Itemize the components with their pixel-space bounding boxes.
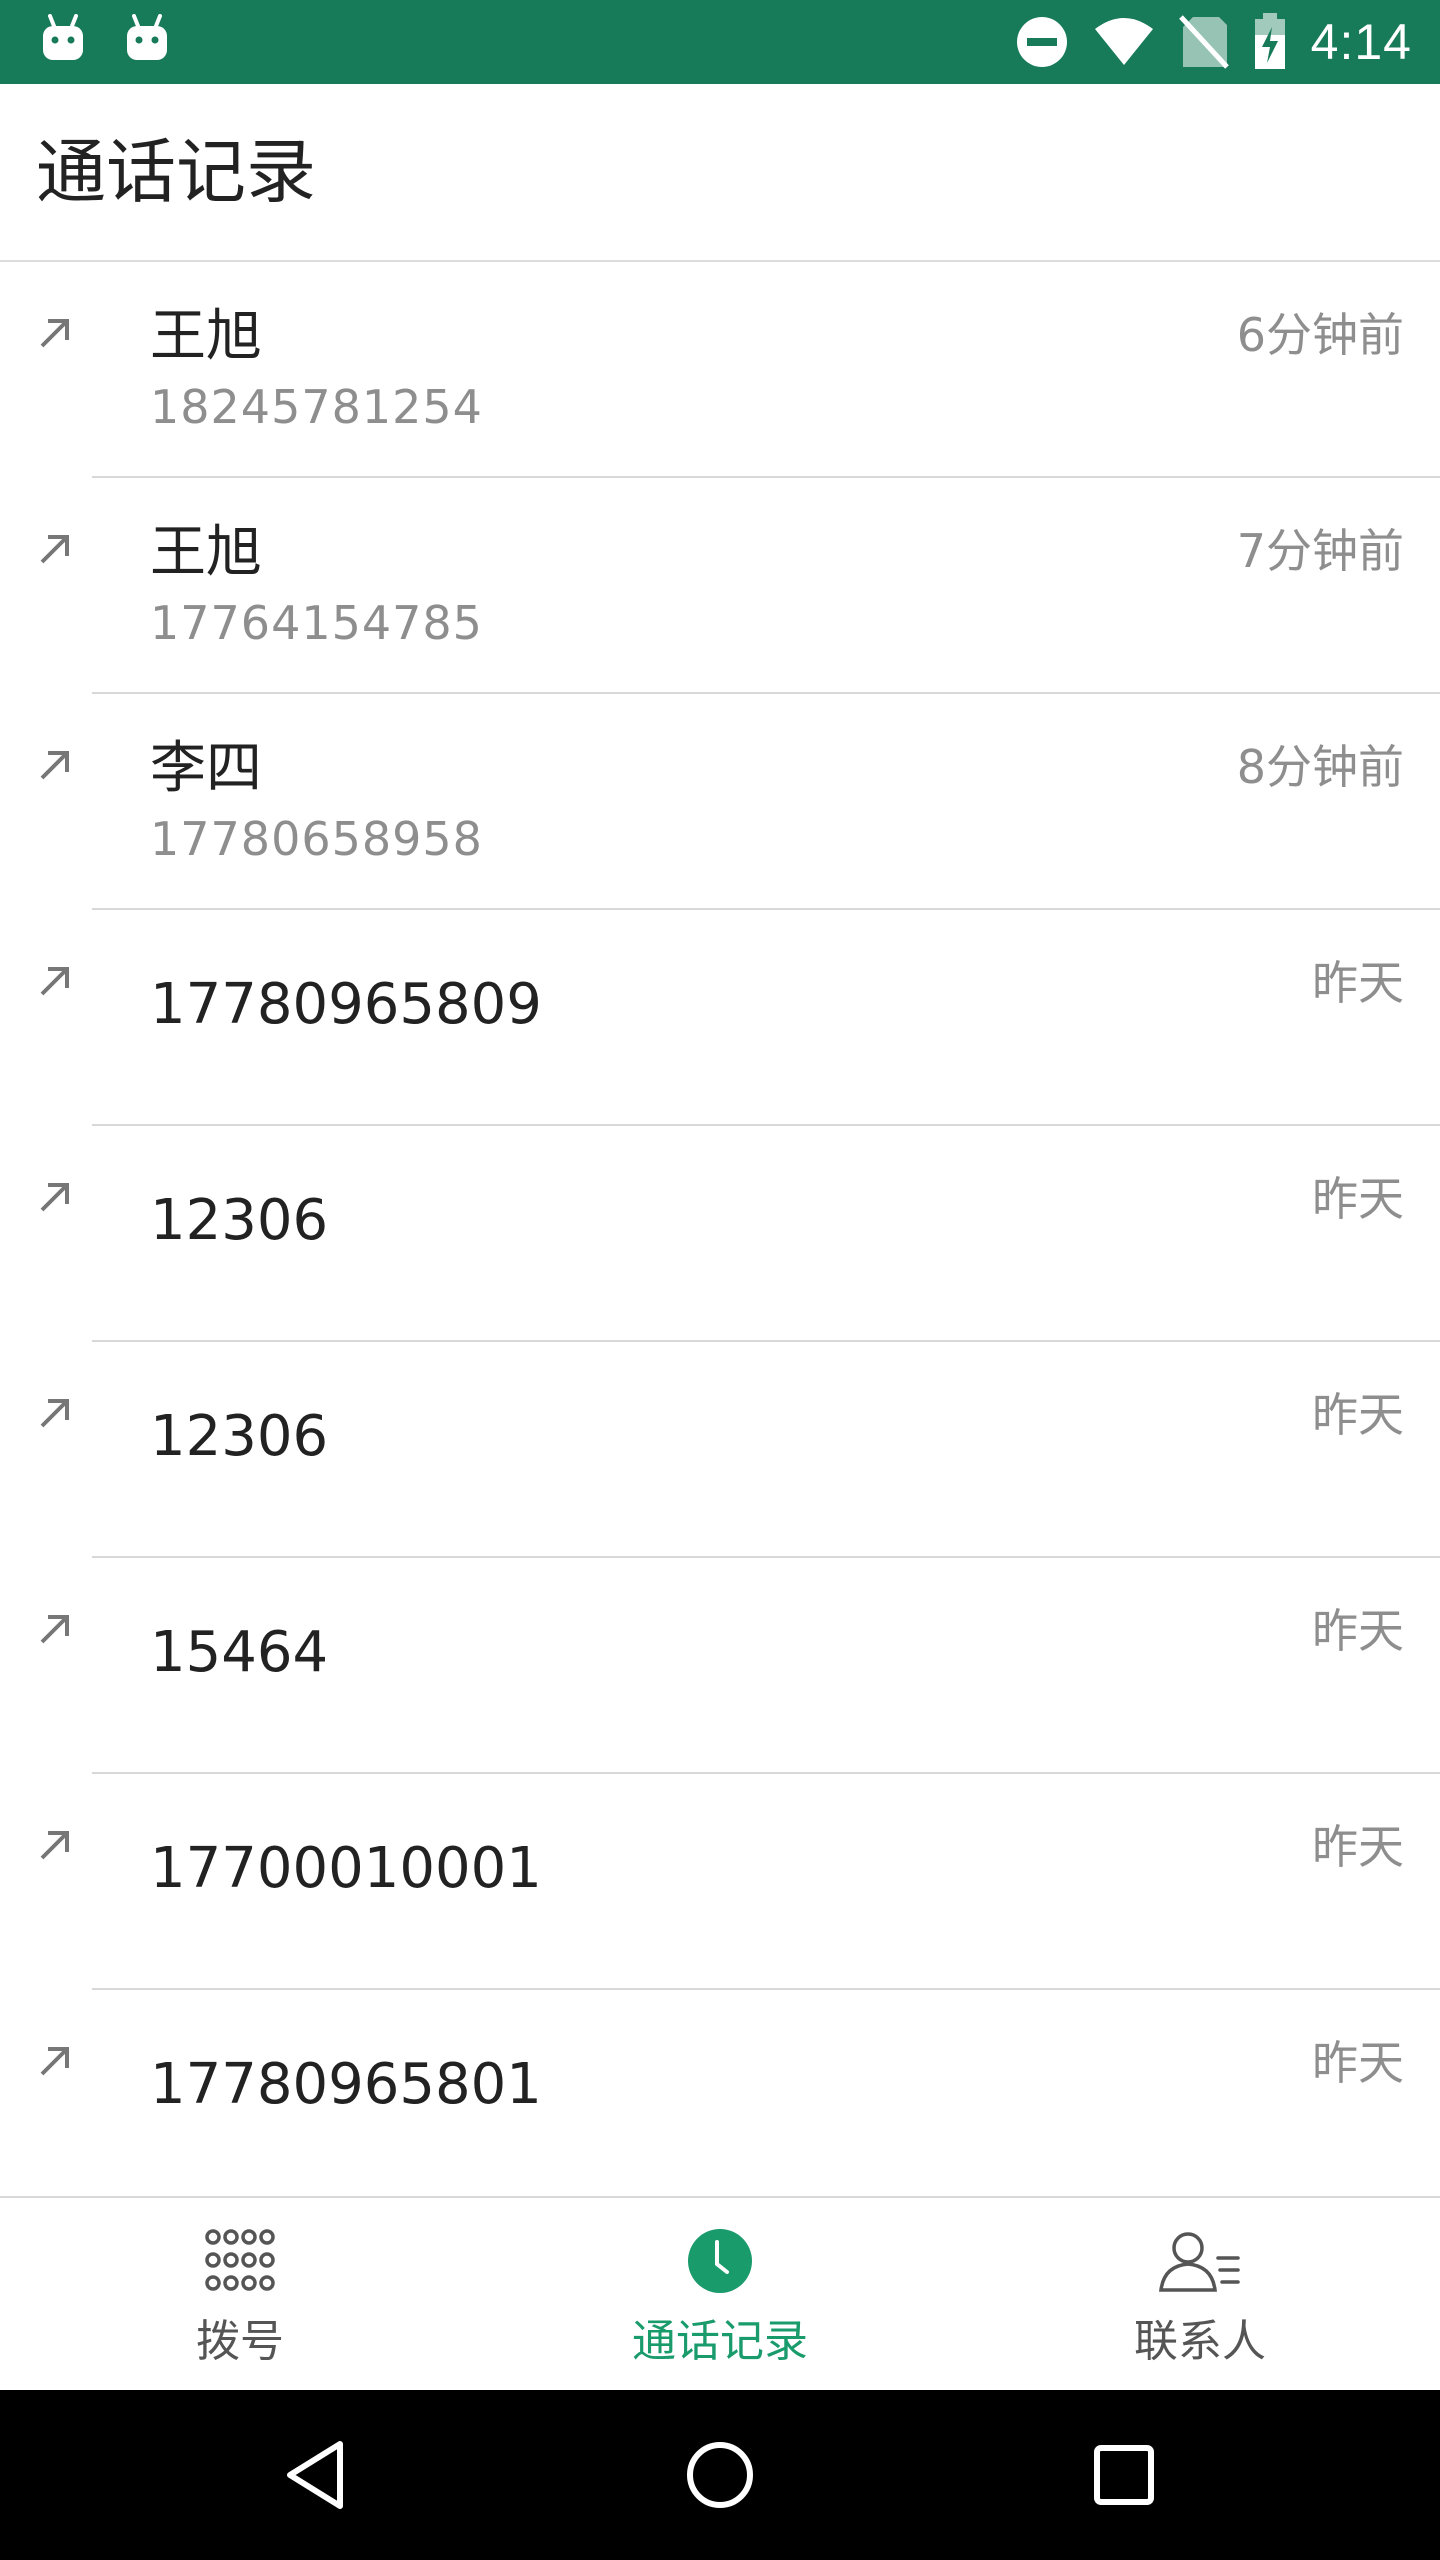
tab-label: 拨号 (196, 2316, 284, 2367)
status-time: 4:14 (1310, 14, 1412, 70)
call-time: 8分钟前 (1236, 740, 1404, 794)
phone-number: 17780658958 (150, 812, 483, 866)
recents-button[interactable] (1044, 2390, 1204, 2560)
call-log-item[interactable]: 王旭 18245781254 6分钟前 (0, 262, 1440, 478)
phone-number: 17780965801 (150, 2052, 542, 2117)
clock-icon (688, 2229, 752, 2293)
call-log-item[interactable]: 李四 17780658958 8分钟前 (0, 694, 1440, 910)
outgoing-call-arrow-icon (40, 967, 69, 996)
phone-number: 12306 (150, 1188, 329, 1253)
call-time: 昨天 (1312, 1604, 1404, 1658)
contact-name: 王旭 (150, 520, 262, 585)
android-icon (127, 14, 167, 60)
outgoing-call-arrow-icon (40, 751, 69, 780)
contact-name: 李四 (150, 736, 262, 801)
call-log-item[interactable]: 12306 昨天 (0, 1342, 1440, 1558)
call-time: 昨天 (1312, 2036, 1404, 2090)
call-log-item[interactable]: 17780965809 昨天 (0, 910, 1440, 1126)
home-button[interactable] (640, 2390, 800, 2560)
call-time: 6分钟前 (1236, 308, 1404, 362)
page-header: 通话记录 (0, 84, 1440, 262)
call-log-list[interactable]: 王旭 18245781254 6分钟前 王旭 17764154785 7分钟前 … (0, 262, 1440, 2196)
do-not-disturb-icon (1016, 17, 1067, 67)
outgoing-call-arrow-icon (40, 1831, 69, 1860)
call-log-item[interactable]: 17700010001 昨天 (0, 1774, 1440, 1990)
phone-number: 17764154785 (150, 596, 483, 650)
call-time: 昨天 (1312, 1388, 1404, 1442)
tab-label: 通话记录 (632, 2316, 808, 2367)
back-button[interactable] (236, 2390, 396, 2560)
phone-number: 17780965809 (150, 972, 542, 1037)
recents-icon (1094, 2445, 1154, 2505)
contact-name: 王旭 (150, 304, 262, 369)
bottom-tab-bar: 拨号 通话记录 联系人 (0, 2196, 1440, 2390)
tab-call-log[interactable]: 通话记录 (480, 2198, 960, 2390)
back-icon (287, 2441, 343, 2509)
call-time: 7分钟前 (1236, 524, 1404, 578)
outgoing-call-arrow-icon (40, 319, 69, 348)
tab-label: 联系人 (1134, 2316, 1266, 2367)
outgoing-call-arrow-icon (40, 1615, 69, 1644)
outgoing-call-arrow-icon (40, 1183, 69, 1212)
call-time: 昨天 (1312, 1172, 1404, 1226)
wifi-icon (1094, 18, 1153, 65)
outgoing-call-arrow-icon (40, 535, 69, 564)
call-log-item[interactable]: 15464 昨天 (0, 1558, 1440, 1774)
tab-contacts[interactable]: 联系人 (960, 2198, 1440, 2390)
phone-number: 18245781254 (150, 380, 483, 434)
call-time: 昨天 (1312, 956, 1404, 1010)
tab-dialpad[interactable]: 拨号 (0, 2198, 480, 2390)
phone-number: 17700010001 (150, 1836, 542, 1901)
status-bar: 4:14 (0, 0, 1440, 84)
battery-charging-icon (1254, 13, 1285, 69)
dialpad-icon (205, 2229, 275, 2291)
page-title: 通话记录 (36, 131, 316, 213)
call-log-item[interactable]: 17780965801 昨天 (0, 1990, 1440, 2196)
call-log-item[interactable]: 王旭 17764154785 7分钟前 (0, 478, 1440, 694)
no-sim-icon (1178, 15, 1229, 69)
system-nav-bar (0, 2390, 1440, 2560)
outgoing-call-arrow-icon (40, 2047, 69, 2076)
contacts-icon (1159, 2232, 1240, 2292)
call-time: 昨天 (1312, 1820, 1404, 1874)
phone-number: 15464 (150, 1620, 329, 1685)
phone-number: 12306 (150, 1404, 329, 1469)
call-log-item[interactable]: 12306 昨天 (0, 1126, 1440, 1342)
home-icon (687, 2442, 753, 2508)
outgoing-call-arrow-icon (40, 1399, 69, 1428)
android-icon (43, 14, 83, 60)
